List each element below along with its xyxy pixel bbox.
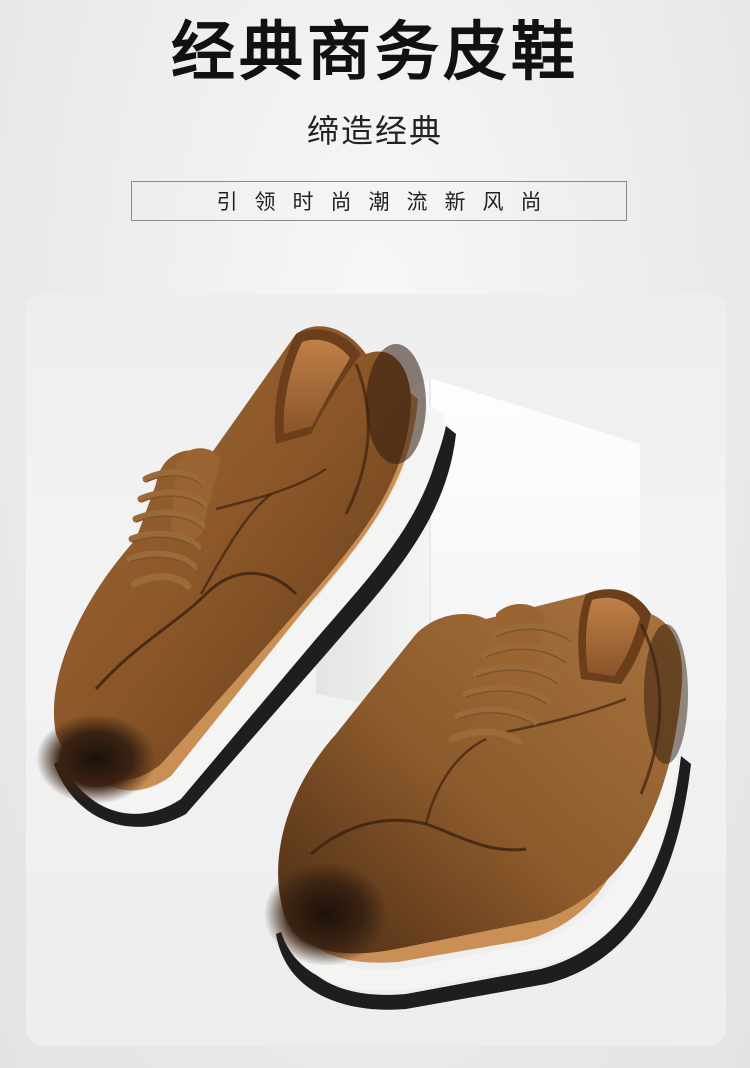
tagline-box: 引领时尚潮流新风尚 [131,181,627,221]
product-photo [26,294,726,1046]
page-subtitle: 缔造经典 [306,112,443,150]
header: 经典商务皮鞋 缔造经典 引领时尚潮流新风尚 [0,0,750,290]
page-title: 经典商务皮鞋 [171,16,579,90]
product-illustration [36,326,691,1010]
tagline: 引领时尚潮流新风尚 [216,190,559,214]
